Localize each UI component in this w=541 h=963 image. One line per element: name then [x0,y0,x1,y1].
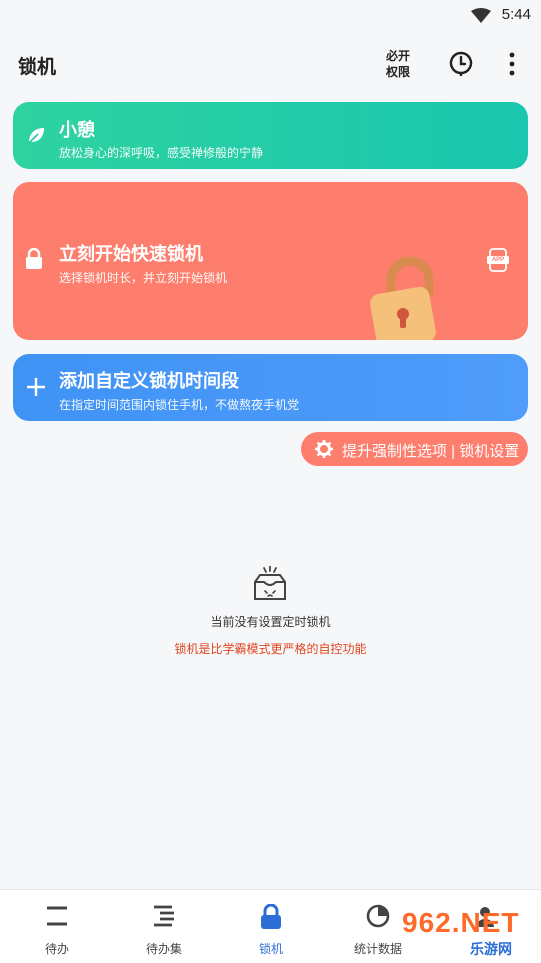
status-time: 5:44 [501,6,531,23]
more-options-icon[interactable] [500,50,524,78]
tab-label: 锁机 [258,942,283,956]
quick-lock-subtitle: 选择锁机时长，并立刻开始锁机 [59,271,228,285]
lock-settings-button[interactable]: 提升强制性选项 | 锁机设置 [301,432,528,466]
lock-icon [261,904,281,929]
rest-title: 小憩 [59,120,95,140]
leaf-icon [28,128,44,144]
empty-hint: 锁机是比学霸模式更严格的自控功能 [174,642,367,656]
rest-card[interactable]: 小憩 放松身心的深呼吸，感受禅修般的宁静 [13,102,528,169]
tab-label: 待办集 [145,942,182,956]
quick-lock-title: 立刻开始快速锁机 [59,244,203,264]
custom-period-card[interactable]: 添加自定义锁机时间段 在指定时间范围内锁住手机，不做熬夜手机党 [13,354,528,421]
lock-icon [26,248,42,269]
permissions-button[interactable]: 必开 权限 [384,48,412,80]
empty-message: 当前没有设置定时锁机 [210,615,331,629]
permissions-label-line2: 权限 [385,65,410,79]
app-whitelist-icon[interactable]: APP [487,248,509,272]
custom-period-title: 添加自定义锁机时间段 [59,371,239,391]
lock-settings-label: 提升强制性选项 | 锁机设置 [342,443,520,460]
app-badge-label: APP [491,257,505,263]
tab-todo[interactable]: 待办 [3,890,111,963]
watermark-logo: 962.NET 乐游网 [400,905,541,962]
app-bar: 锁机 必开 权限 [0,30,541,96]
tab-todo-set[interactable]: 待办集 [110,890,218,963]
quick-lock-card[interactable]: 立刻开始快速锁机 选择锁机时长，并立刻开始锁机 APP [13,182,528,340]
todo-set-icon [154,905,174,927]
rest-subtitle: 放松身心的深呼吸，感受禅修般的宁静 [59,146,264,160]
status-bar: 5:44 [0,0,541,30]
watermark-number: 962.NET [402,907,520,938]
wifi-icon [471,8,491,23]
tab-lock[interactable]: 锁机 [217,890,325,963]
todo-icon [47,906,67,926]
clock-icon[interactable] [448,50,474,76]
padlock-illustration [370,256,436,340]
gear-icon [315,440,333,458]
custom-period-subtitle: 在指定时间范围内锁住手机，不做熬夜手机党 [59,398,300,412]
watermark-text: 乐游网 [470,941,512,957]
pie-chart-icon [366,904,390,928]
empty-box-icon [254,566,286,600]
page-title: 锁机 [18,57,57,78]
tab-label: 待办 [44,942,69,956]
plus-icon [27,378,45,396]
permissions-label-line1: 必开 [385,49,410,63]
